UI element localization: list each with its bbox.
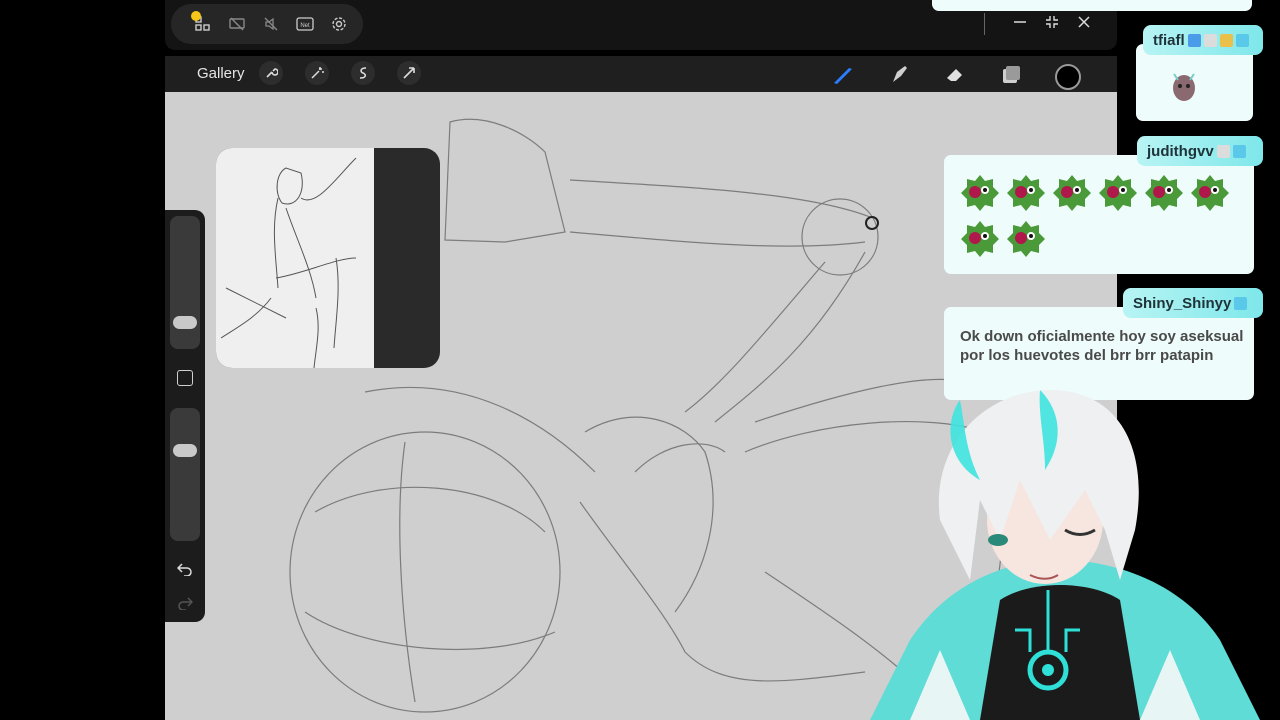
badge-icon [1235,33,1249,47]
opacity-slider[interactable] [170,408,200,541]
brush-icon[interactable] [831,62,855,91]
brush-slider-bar [165,210,205,622]
procreate-toolbar: Gallery [165,56,1117,92]
eraser-icon[interactable] [943,62,967,91]
screen-off-icon[interactable] [227,14,247,34]
emote-icon [1007,175,1045,211]
undo-icon[interactable] [176,562,193,581]
badge-icon [1187,33,1201,47]
emote-icon [961,175,999,211]
close-icon[interactable] [1077,15,1091,34]
username-text: tfiafl [1153,31,1185,49]
brush-size-slider[interactable] [170,216,200,349]
mute-icon[interactable] [261,14,281,34]
reference-window[interactable] [216,148,440,368]
network-icon[interactable]: Net [295,14,315,34]
emote-icon [1191,175,1229,211]
chat-message-text: Ok down oficialmente hoy soy aseksual po… [960,328,1244,364]
emote-icon [1145,175,1183,211]
window-controls [984,13,1091,35]
shrink-icon[interactable] [1045,15,1059,34]
badge-icon [1232,144,1246,158]
chat-message [1136,44,1253,121]
badge-icon [1234,296,1248,310]
wrench-icon[interactable] [259,61,283,85]
chat-username: judithgvv [1137,136,1263,166]
transform-icon[interactable] [397,61,421,85]
gallery-button[interactable]: Gallery [197,65,245,82]
minimize-icon[interactable] [1013,15,1027,34]
svg-text:Net: Net [300,23,310,29]
opacity-handle[interactable] [173,444,197,457]
username-text: Shiny_Shinyy [1133,294,1232,312]
selection-icon[interactable] [351,61,375,85]
smudge-icon[interactable] [887,62,911,91]
chat-message [944,155,1254,274]
recording-indicator [191,11,201,21]
redo-icon[interactable] [177,596,194,615]
emote-icon [1053,175,1091,211]
emote-icon [961,221,999,257]
vtuber-avatar [870,390,1260,720]
divider [984,13,985,35]
settings-icon[interactable] [329,14,349,34]
emote-icon [1007,221,1045,257]
reference-image [216,148,374,368]
emote-icon [1099,175,1137,211]
badge-icon [1219,33,1233,47]
mirror-toolbar: Net [171,4,363,44]
chat-username: Shiny_Shinyy [1123,288,1263,318]
brush-size-handle[interactable] [173,316,197,329]
modify-button[interactable] [177,370,193,386]
emote-icon [1173,73,1195,101]
badge-icon [1216,144,1230,158]
chat-message-previous [932,0,1252,11]
chat-username: tfiafl [1143,25,1263,55]
color-picker[interactable] [1055,63,1081,90]
username-text: judithgvv [1147,142,1214,160]
layers-icon[interactable] [999,62,1023,91]
magic-wand-icon[interactable] [305,61,329,85]
badge-icon [1203,33,1217,47]
